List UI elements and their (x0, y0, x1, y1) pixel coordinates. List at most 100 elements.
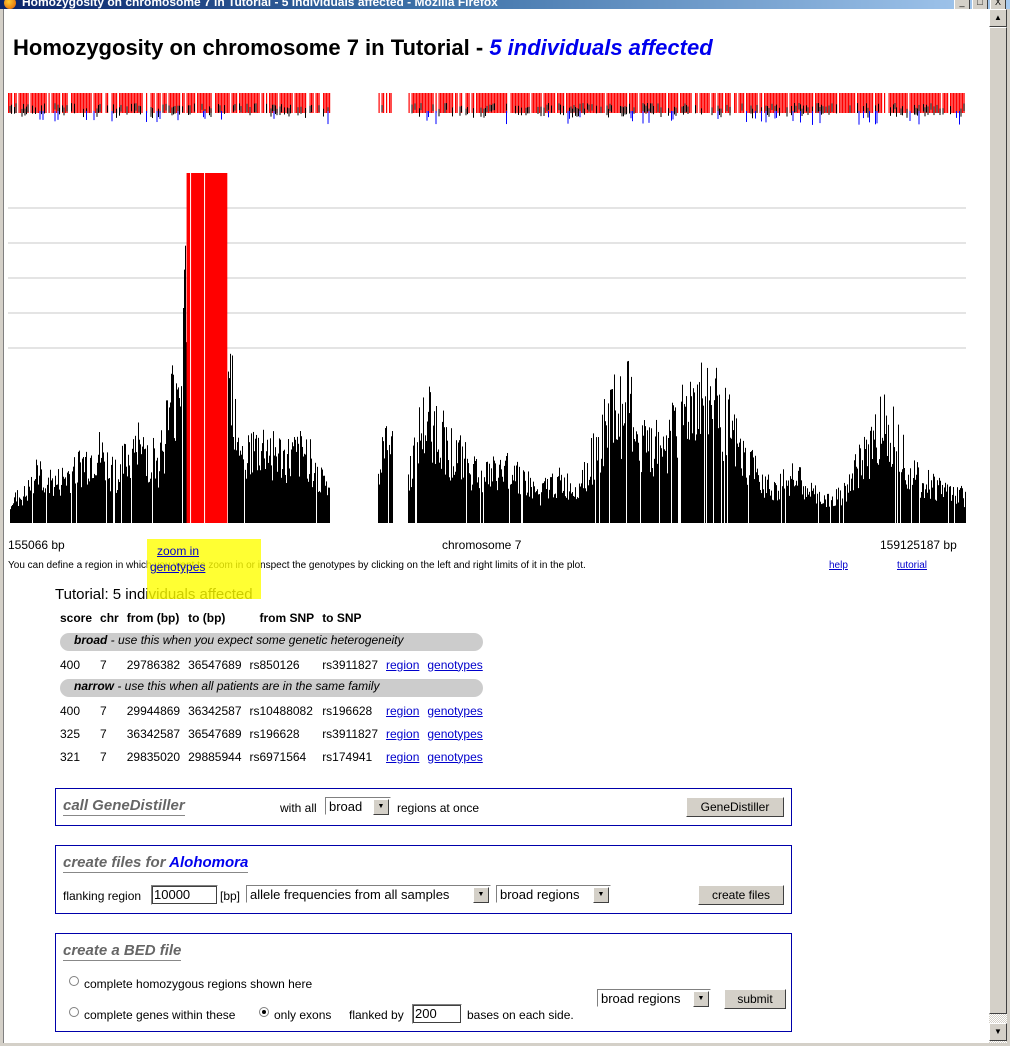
score-bar (34, 480, 35, 523)
score-bar (184, 269, 185, 523)
scrollbar-thumb[interactable] (989, 27, 1007, 1014)
snp-red-mark (956, 93, 958, 113)
region-link[interactable]: region (386, 658, 419, 672)
snp-black-mark (647, 103, 648, 112)
tutorial-link[interactable]: tutorial (897, 560, 927, 571)
snp-red-mark (198, 93, 200, 113)
score-bar (513, 480, 514, 523)
snp-red-mark (299, 93, 301, 113)
snp-black-mark (875, 105, 876, 112)
score-bar (700, 433, 701, 523)
snp-blue-mark (959, 111, 960, 125)
score-bar (842, 498, 843, 523)
submit-button[interactable]: submit (724, 989, 786, 1009)
snp-black-mark (465, 108, 467, 116)
close-button[interactable]: X (990, 0, 1006, 9)
snp-red-mark (317, 93, 319, 113)
column-header: to (bp) (188, 611, 226, 625)
score-bar (28, 480, 29, 523)
snp-black-mark (521, 107, 522, 116)
genotypes-link[interactable]: genotypes (427, 658, 482, 672)
score-bar (743, 440, 744, 523)
scroll-down-icon[interactable]: ▼ (989, 1023, 1007, 1041)
snp-red-mark (476, 93, 478, 113)
region-link[interactable]: region (386, 750, 419, 764)
allele-frequency-select[interactable]: allele frequencies from all samples ▼ (246, 885, 491, 903)
score-bar (936, 500, 937, 523)
score-bar (263, 429, 264, 523)
score-bar (117, 490, 118, 523)
genotypes-link[interactable]: genotypes (427, 727, 482, 741)
minimize-button[interactable]: _ (954, 0, 970, 9)
score-bar (314, 473, 315, 523)
score-bar (311, 458, 312, 523)
radio-complete-genes[interactable] (69, 1007, 79, 1017)
score-bar (927, 492, 928, 523)
snp-red-mark (780, 93, 782, 113)
table-header: score chr from (bp) to (bp) from SNP to SNP (56, 606, 487, 630)
region-link[interactable]: region (386, 727, 419, 741)
score-bar (610, 389, 611, 523)
maximize-button[interactable]: □ (972, 0, 988, 9)
snp-black-mark (71, 103, 72, 112)
score-bar (672, 402, 673, 523)
snp-black-mark (14, 107, 15, 114)
snp-black-mark (494, 103, 495, 111)
score-bar (564, 477, 565, 523)
score-bar (870, 430, 871, 523)
genotypes-link[interactable]: genotypes (427, 704, 482, 718)
score-bar (666, 435, 667, 523)
alohomora-link[interactable]: Alohomora (169, 854, 248, 871)
score-bar (875, 414, 876, 523)
vertical-scrollbar[interactable]: ▲ ▼ (989, 9, 1007, 1043)
snp-red-mark (45, 93, 47, 113)
score-bar (581, 483, 582, 523)
snp-red-mark (707, 93, 709, 113)
score-bar (29, 486, 30, 523)
score-bar (692, 433, 693, 523)
create-files-button[interactable]: create files (698, 885, 784, 905)
radio-only-exons[interactable] (259, 1007, 269, 1017)
genedistiller-button[interactable]: GeneDistiller (686, 797, 784, 817)
score-bar (504, 465, 505, 523)
score-bar (933, 473, 934, 523)
scroll-up-icon[interactable]: ▲ (989, 9, 1007, 27)
score-bar (460, 435, 461, 523)
alohomora-regions-select[interactable]: broad regions ▼ (496, 885, 611, 903)
score-bar (677, 457, 678, 523)
score-bar (821, 504, 822, 523)
genedistiller-region-select[interactable]: broad ▼ (325, 797, 391, 815)
region-link[interactable]: region (386, 704, 419, 718)
flank-bases-input[interactable]: 200 (412, 1004, 462, 1024)
score-bar (540, 505, 541, 523)
snp-red-mark (804, 93, 806, 113)
bed-regions-select[interactable]: broad regions ▼ (597, 989, 711, 1007)
score-bar (915, 479, 916, 523)
score-bar (280, 439, 281, 523)
radio-complete-regions[interactable] (69, 976, 79, 986)
snp-red-mark (200, 93, 202, 113)
flanking-region-input[interactable]: 10000 (151, 885, 218, 905)
snp-black-mark (98, 105, 99, 113)
zoom-in-link[interactable]: zoom in (157, 544, 199, 558)
homozygosity-chart[interactable] (4, 79, 969, 529)
score-bar (719, 394, 720, 523)
score-bar (470, 474, 471, 523)
score-bar (127, 476, 128, 523)
score-bar (425, 435, 426, 523)
snp-red-mark (854, 93, 856, 113)
snp-red-mark (72, 93, 74, 113)
snp-red-mark (612, 93, 614, 113)
snp-blue-mark (506, 111, 507, 125)
genotypes-link[interactable]: genotypes (427, 750, 482, 764)
score-bar (26, 495, 27, 523)
score-bar (78, 451, 79, 523)
score-bar (289, 468, 290, 523)
snp-black-mark (611, 105, 612, 113)
score-bar (646, 452, 647, 523)
popup-genotypes-link[interactable]: genotypes (150, 560, 205, 574)
help-link[interactable]: help (829, 560, 848, 571)
score-bar (387, 450, 388, 523)
score-bar (585, 488, 586, 523)
snp-red-mark (512, 93, 514, 113)
